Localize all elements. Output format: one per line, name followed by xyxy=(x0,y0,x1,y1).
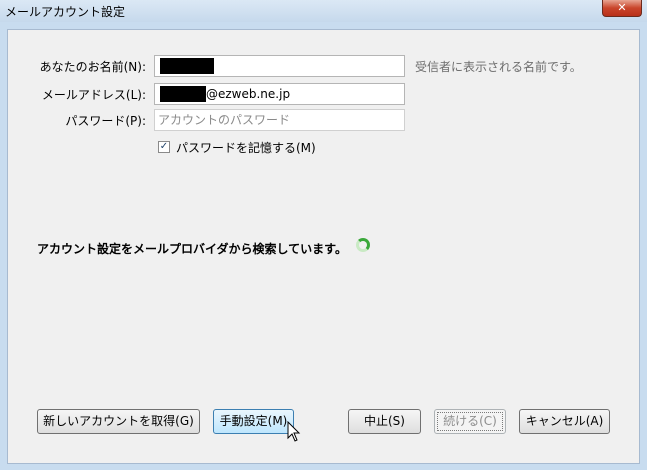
redacted-email-user xyxy=(160,85,206,102)
name-label: あなたのお名前(N): xyxy=(39,60,146,74)
name-field[interactable] xyxy=(154,55,405,77)
password-field[interactable]: アカウントのパスワード xyxy=(154,109,405,131)
email-label: メールアドレス(L): xyxy=(41,88,146,102)
account-setup-dialog: メールアカウント設定 ✕ あなたのお名前(N): 受信者に表示される名前です。 … xyxy=(0,0,647,470)
redacted-name xyxy=(160,57,214,74)
status-message: アカウント設定をメールプロバイダから検索しています。 xyxy=(37,242,347,256)
dialog-content: あなたのお名前(N): 受信者に表示される名前です。 メールアドレス(L): @… xyxy=(7,29,640,464)
stop-button[interactable]: 中止(S) xyxy=(348,409,421,434)
name-hint: 受信者に表示される名前です。 xyxy=(415,60,582,74)
continue-button[interactable]: 続ける(C) xyxy=(434,409,506,434)
password-label: パスワード(P): xyxy=(65,114,146,128)
remember-password-label[interactable]: パスワードを記憶する(M) xyxy=(176,139,316,156)
new-account-button[interactable]: 新しいアカウントを取得(G) xyxy=(37,409,200,434)
cancel-button[interactable]: キャンセル(A) xyxy=(519,409,610,434)
remember-password-checkbox[interactable]: ✓ xyxy=(158,141,170,153)
close-icon: ✕ xyxy=(617,1,627,14)
loading-spinner-icon xyxy=(356,238,370,252)
close-button[interactable]: ✕ xyxy=(602,0,642,17)
window-title: メールアカウント設定 xyxy=(5,5,126,19)
title-bar: メールアカウント設定 ✕ xyxy=(0,0,647,22)
password-placeholder: アカウントのパスワード xyxy=(158,113,291,127)
mouse-cursor-icon xyxy=(287,421,301,442)
email-field[interactable]: @ezweb.ne.jp xyxy=(154,83,405,105)
manual-setup-button[interactable]: 手動設定(M) xyxy=(213,409,294,434)
